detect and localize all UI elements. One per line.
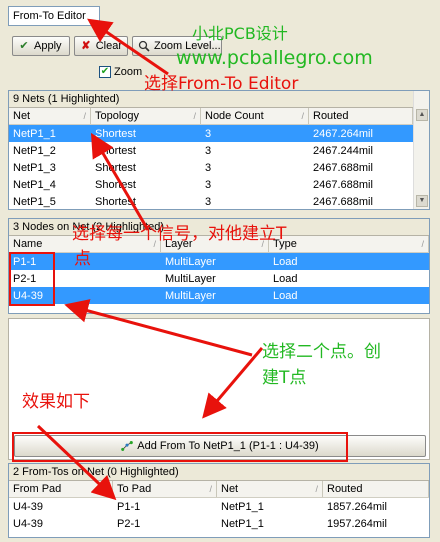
annotation-step3-line1: 选择二个点。创 <box>262 342 381 362</box>
annotation-step2-line1: 选择每一个信号，对他建立T <box>72 224 287 244</box>
arrow-to-fromtos <box>36 424 117 501</box>
arrow-to-nodes <box>64 299 253 357</box>
arrow-to-nets <box>90 132 150 231</box>
annotation-result: 效果如下 <box>22 392 90 412</box>
arrow-to-dropdown <box>87 18 169 76</box>
annotation-step2-line2: 点 <box>74 249 91 269</box>
annotation-step3-line2: 建T点 <box>262 368 307 388</box>
watermark-line2: www.pcballegro.com <box>176 47 373 69</box>
arrow-to-add-button <box>202 347 264 419</box>
watermark-line1: 小北PCB设计 <box>192 24 288 43</box>
annotation-step1: 选择From-To Editor <box>144 74 299 94</box>
